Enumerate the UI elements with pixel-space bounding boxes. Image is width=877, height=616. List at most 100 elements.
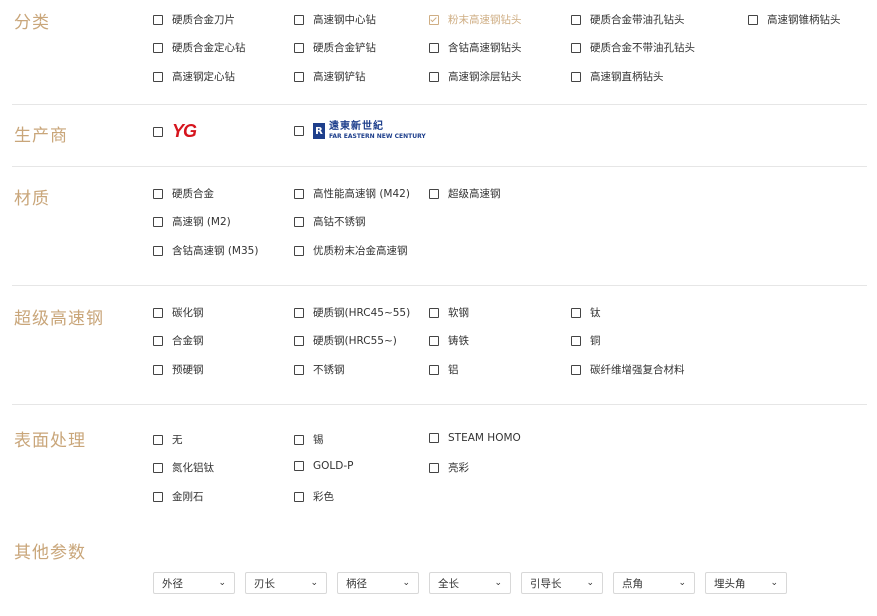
checkbox-icon[interactable]: [429, 433, 439, 443]
section-title-manufacturer: 生产商: [14, 126, 68, 146]
filter-option-workpiece[interactable]: 硬质钢(HRC45~55): [294, 305, 410, 320]
checkbox-icon[interactable]: [429, 307, 439, 318]
checkbox-icon[interactable]: [429, 462, 439, 473]
filter-option-surface[interactable]: 亮彩: [429, 460, 469, 475]
filter-option-surface[interactable]: 彩色: [294, 489, 334, 504]
filter-option-category[interactable]: 高速钢定心钻: [153, 69, 235, 84]
checkbox-icon[interactable]: [571, 14, 581, 25]
checkbox-icon[interactable]: [153, 71, 163, 82]
param-select-countersink-angle[interactable]: 埋头角 ⌄: [705, 572, 787, 594]
checkbox-icon[interactable]: [294, 335, 304, 346]
checkbox-icon[interactable]: [429, 364, 439, 375]
filter-option-surface[interactable]: STEAM HOMO: [429, 432, 521, 444]
filter-option-material[interactable]: 优质粉末冶金高速钢: [294, 243, 408, 258]
checkbox-icon[interactable]: [429, 335, 439, 346]
filter-option-workpiece[interactable]: 合金钢: [153, 333, 204, 348]
checkbox-icon[interactable]: [571, 42, 581, 53]
filter-option-workpiece[interactable]: 碳纤维增强复合材料: [571, 362, 685, 377]
checkbox-icon[interactable]: [294, 245, 304, 256]
filter-option-category-checked[interactable]: 粉末高速钢钻头: [429, 12, 522, 27]
checkbox-icon[interactable]: [153, 14, 163, 25]
filter-option-category[interactable]: 高速钢铲钻: [294, 69, 366, 84]
checkbox-icon[interactable]: [571, 335, 581, 346]
section-title-surface: 表面处理: [14, 431, 86, 451]
checkbox-icon[interactable]: [153, 491, 163, 502]
filter-option-category[interactable]: 硬质合金带油孔钻头: [571, 12, 685, 27]
checkbox-icon[interactable]: [294, 126, 304, 136]
filter-option-surface[interactable]: 金刚石: [153, 489, 204, 504]
checkbox-icon[interactable]: [571, 364, 581, 375]
checkbox-icon[interactable]: [748, 14, 758, 25]
checkbox-icon[interactable]: [429, 188, 439, 199]
filter-option-workpiece[interactable]: 预硬钢: [153, 362, 204, 377]
checkbox-icon[interactable]: [153, 245, 163, 256]
filter-option-surface[interactable]: 无: [153, 432, 183, 447]
filter-option-workpiece[interactable]: 不锈钢: [294, 362, 345, 377]
checkbox-icon[interactable]: [153, 188, 163, 199]
filter-option-workpiece[interactable]: 铝: [429, 362, 459, 377]
section-title-category: 分类: [14, 13, 50, 33]
checkbox-icon[interactable]: [153, 216, 163, 227]
checkbox-icon[interactable]: [294, 434, 304, 445]
checkbox-icon[interactable]: [153, 335, 163, 346]
filter-option-surface[interactable]: GOLD-P: [294, 460, 353, 472]
filter-option-workpiece[interactable]: 碳化钢: [153, 305, 204, 320]
filter-option-material[interactable]: 超级高速钢: [429, 186, 501, 201]
param-select-overall-length[interactable]: 全长 ⌄: [429, 572, 511, 594]
filter-option-surface[interactable]: 锡: [294, 432, 324, 447]
checkbox-icon[interactable]: [153, 462, 163, 473]
checkbox-icon[interactable]: [294, 71, 304, 82]
checkbox-icon[interactable]: [294, 461, 304, 471]
filter-option-category[interactable]: 高速钢中心钻: [294, 12, 376, 27]
param-select-shank-diameter[interactable]: 柄径 ⌄: [337, 572, 419, 594]
filter-option-category[interactable]: 硬质合金铲钻: [294, 40, 376, 55]
checkbox-icon[interactable]: [153, 307, 163, 318]
param-select-flute-length[interactable]: 刃长 ⌄: [245, 572, 327, 594]
filter-option-category[interactable]: 高速钢直柄钻头: [571, 69, 664, 84]
filter-option-material[interactable]: 高速钢 (M2): [153, 214, 231, 229]
checkbox-icon[interactable]: [153, 364, 163, 375]
filter-option-workpiece[interactable]: 钛: [571, 305, 601, 320]
divider: [12, 166, 867, 167]
filter-option-manufacturer-yg[interactable]: YG: [153, 121, 197, 142]
checkbox-icon[interactable]: [429, 42, 439, 53]
filter-option-category[interactable]: 硬质合金不带油孔钻头: [571, 40, 695, 55]
checkbox-icon[interactable]: [294, 491, 304, 502]
filter-option-category[interactable]: 含钴高速钢钻头: [429, 40, 522, 55]
param-select-pilot-length[interactable]: 引导长 ⌄: [521, 572, 603, 594]
filter-option-manufacturer-far-eastern[interactable]: R 遠東新世紀 FAR EASTERN NEW CENTURY: [294, 122, 426, 140]
filter-option-material[interactable]: 硬质合金: [153, 186, 214, 201]
checkbox-icon[interactable]: [429, 71, 439, 82]
param-select-point-angle[interactable]: 点角 ⌄: [613, 572, 695, 594]
filter-option-material[interactable]: 高性能高速钢 (M42): [294, 186, 410, 201]
filter-option-workpiece[interactable]: 硬质钢(HRC55~): [294, 333, 397, 348]
filter-option-material[interactable]: 高钴不锈钢: [294, 214, 366, 229]
chevron-down-icon: ⌄: [494, 578, 502, 588]
checkbox-icon[interactable]: [294, 364, 304, 375]
filter-option-category[interactable]: 高速钢涂层钻头: [429, 69, 522, 84]
section-title-material: 材质: [14, 189, 50, 209]
filter-option-category[interactable]: 硬质合金定心钻: [153, 40, 246, 55]
checkbox-icon[interactable]: [294, 188, 304, 199]
chevron-down-icon: ⌄: [770, 578, 778, 588]
filter-option-workpiece[interactable]: 铸铁: [429, 333, 469, 348]
checkbox-icon[interactable]: [153, 126, 163, 137]
filter-option-category[interactable]: 高速钢锥柄钻头: [748, 12, 841, 27]
checkbox-checked-icon[interactable]: [429, 14, 439, 25]
far-eastern-logo-en: FAR EASTERN NEW CENTURY: [329, 133, 426, 140]
checkbox-icon[interactable]: [294, 307, 304, 318]
checkbox-icon[interactable]: [153, 434, 163, 445]
param-select-outer-diameter[interactable]: 外径 ⌄: [153, 572, 235, 594]
checkbox-icon[interactable]: [294, 216, 304, 227]
checkbox-icon[interactable]: [153, 42, 163, 53]
filter-option-category[interactable]: 硬质合金刀片: [153, 12, 235, 27]
checkbox-icon[interactable]: [571, 307, 581, 318]
filter-option-workpiece[interactable]: 铜: [571, 333, 601, 348]
checkbox-icon[interactable]: [571, 71, 581, 82]
filter-option-surface[interactable]: 氮化铝钛: [153, 460, 214, 475]
checkbox-icon[interactable]: [294, 14, 304, 25]
filter-option-material[interactable]: 含钴高速钢 (M35): [153, 243, 258, 258]
checkbox-icon[interactable]: [294, 42, 304, 53]
filter-option-workpiece[interactable]: 软钢: [429, 305, 469, 320]
chevron-down-icon: ⌄: [678, 578, 686, 588]
